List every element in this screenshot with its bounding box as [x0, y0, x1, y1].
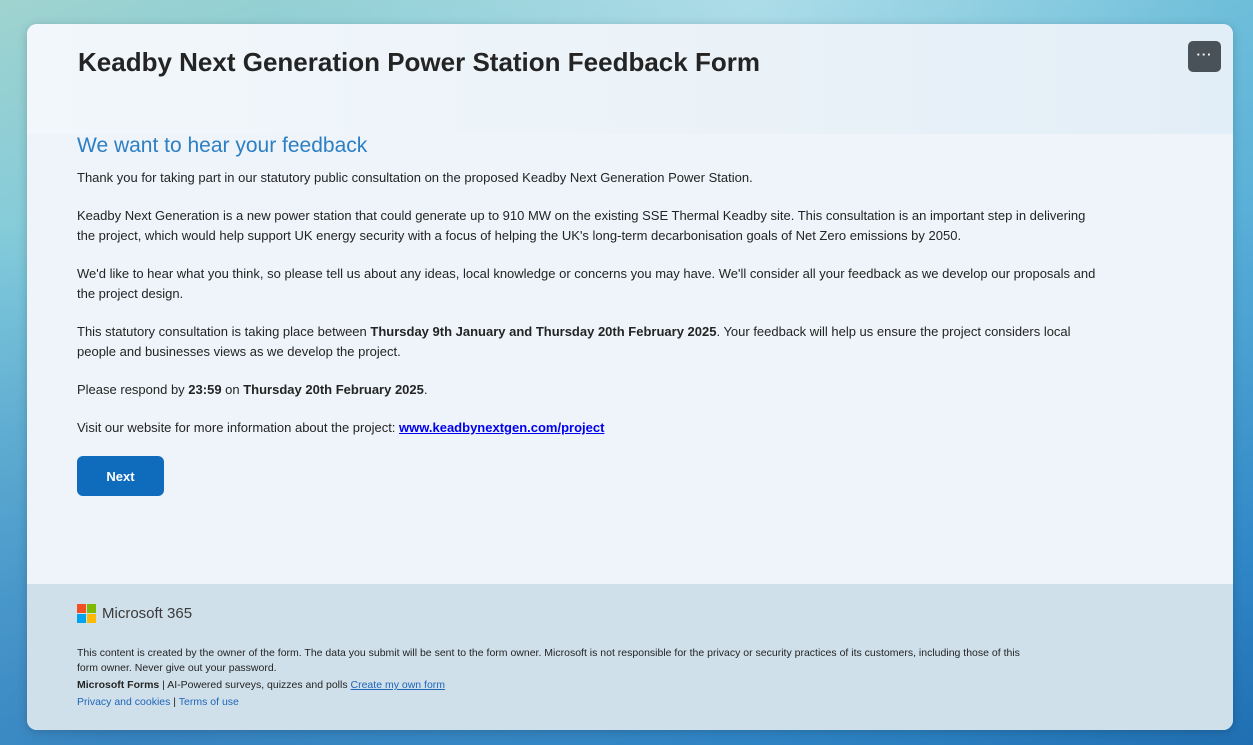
microsoft-logo-icon [77, 604, 96, 623]
more-options-button[interactable]: ··· [1188, 41, 1221, 72]
footer-disclaimer: This content is created by the owner of … [77, 646, 1187, 712]
intro-paragraph-5-mid: on [221, 382, 244, 397]
intro-paragraph-2-line-2: the project, which would help support UK… [77, 228, 962, 243]
intro-paragraph-4-prefix: This statutory consultation is taking pl… [77, 324, 371, 339]
intro-paragraph-5-suffix: . [423, 382, 428, 397]
intro-paragraph-6-prefix: Visit our website for more information a… [77, 420, 400, 435]
disclaimer-line-2: form owner. Never give out your password… [77, 662, 277, 674]
intro-paragraph-4-suffix: . Your feedback will help us ensure the … [716, 324, 1071, 339]
forms-tagline: Microsoft Forms | AI-Powered surveys, qu… [77, 678, 1187, 693]
disclaimer-line-1: This content is created by the owner of … [77, 647, 1020, 659]
brand-name: Microsoft 365 [102, 605, 193, 622]
response-deadline-time: 23:59 [188, 382, 222, 397]
logo-square-yellow [87, 614, 96, 623]
legal-links: Privacy and cookies | Terms of use [77, 695, 1187, 710]
forms-name: Microsoft Forms [77, 679, 160, 691]
intro-paragraph-1-text: Thank you for taking part in our statuto… [77, 170, 753, 185]
response-deadline-date: Thursday 20th February 2025 [243, 382, 424, 397]
disclaimer-text: This content is created by the owner of … [77, 646, 1187, 676]
form-intro: We want to hear your feedback Thank you … [77, 132, 1197, 496]
logo-square-red [77, 604, 86, 613]
section-heading: We want to hear your feedback [77, 134, 368, 157]
privacy-link[interactable]: Privacy and cookies [77, 696, 170, 708]
logo-square-blue [77, 614, 86, 623]
intro-paragraph-3-line-1: We'd like to hear what you think, so ple… [77, 266, 1096, 281]
intro-paragraph-4: This statutory consultation is taking pl… [77, 322, 1197, 362]
form-title: Keadby Next Generation Power Station Fee… [78, 47, 760, 77]
consultation-dates: Thursday 9th January and Thursday 20th F… [370, 324, 717, 339]
ellipsis-icon: ··· [1196, 47, 1213, 62]
legal-separator: | [170, 696, 179, 708]
intro-paragraph-3: We'd like to hear what you think, so ple… [77, 264, 1197, 304]
intro-paragraph-4-line-2: people and businesses views as we develo… [77, 344, 401, 359]
create-form-link[interactable]: Create my own form [351, 679, 446, 691]
intro-paragraph-5-prefix: Please respond by [77, 382, 189, 397]
form-header-background [27, 24, 1233, 134]
next-button[interactable]: Next [77, 456, 164, 496]
terms-link[interactable]: Terms of use [179, 696, 239, 708]
microsoft-365-brand: Microsoft 365 [77, 604, 192, 623]
forms-tagline-text: | AI-Powered surveys, quizzes and polls [159, 679, 351, 691]
intro-paragraph-5: Please respond by 23:59 on Thursday 20th… [77, 380, 1197, 400]
footer: Microsoft 365 This content is created by… [27, 584, 1233, 730]
form-card: Keadby Next Generation Power Station Fee… [27, 24, 1233, 730]
intro-paragraph-1: Thank you for taking part in our statuto… [77, 168, 1197, 188]
intro-paragraph-6: Visit our website for more information a… [77, 418, 1197, 438]
intro-paragraph-2: Keadby Next Generation is a new power st… [77, 206, 1197, 246]
project-website-link[interactable]: www.keadbynextgen.com/project [399, 420, 604, 435]
logo-square-green [87, 604, 96, 613]
intro-paragraph-3-line-2: the project design. [77, 286, 184, 301]
intro-paragraph-2-line-1: Keadby Next Generation is a new power st… [77, 208, 1086, 223]
